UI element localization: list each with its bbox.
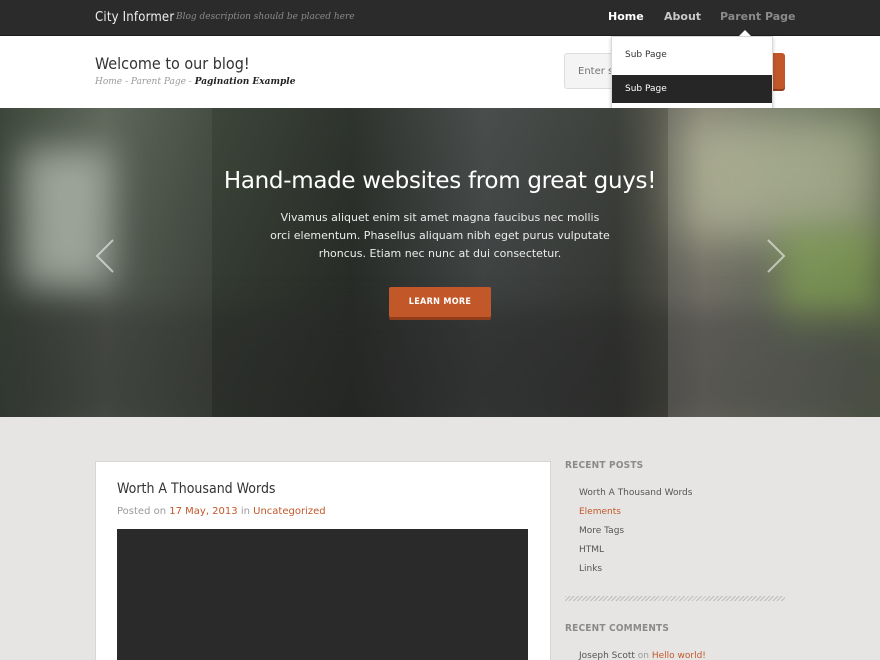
- recent-posts-list: Worth A Thousand Words Elements More Tag…: [579, 488, 692, 583]
- nav-home[interactable]: Home: [608, 10, 644, 23]
- recent-post-item[interactable]: HTML: [579, 545, 692, 564]
- dropdown-item-sub-page-active[interactable]: Sub Page: [612, 75, 772, 103]
- nav-parent-page[interactable]: Parent Page: [720, 10, 796, 23]
- breadcrumb-home[interactable]: Home: [95, 77, 122, 87]
- comment-author[interactable]: Joseph Scott: [579, 651, 635, 660]
- learn-more-button[interactable]: LEARN MORE: [389, 287, 491, 317]
- breadcrumb-parent[interactable]: Parent Page: [131, 77, 186, 87]
- dropdown-item-sub-page[interactable]: Sub Page: [612, 38, 772, 72]
- post-title[interactable]: Worth A Thousand Words: [117, 481, 276, 497]
- hero-slider: Hand-made websites from great guys! Viva…: [0, 108, 880, 417]
- post-meta-prefix: Posted on: [117, 506, 170, 517]
- post-category-link[interactable]: Uncategorized: [253, 506, 325, 517]
- recent-posts-title: RECENT POSTS: [565, 460, 644, 471]
- nav-dropdown-menu: Sub Page Sub Page: [611, 36, 773, 110]
- recent-post-item[interactable]: Worth A Thousand Words: [579, 488, 692, 507]
- post-date-link[interactable]: 17 May, 2013: [169, 506, 237, 517]
- breadcrumb-separator: -: [185, 77, 195, 87]
- site-description: Blog description should be placed here: [176, 12, 355, 22]
- chevron-left-icon[interactable]: [93, 236, 117, 276]
- nav-about[interactable]: About: [664, 10, 701, 23]
- comment-post-link[interactable]: Hello world!: [652, 651, 706, 660]
- sidebar-divider: [565, 596, 785, 601]
- site-title[interactable]: City Informer: [95, 10, 174, 25]
- recent-post-item[interactable]: More Tags: [579, 526, 692, 545]
- breadcrumb: Home - Parent Page - Pagination Example: [95, 77, 295, 87]
- recent-comment-item: Joseph Scott on Hello world!: [579, 651, 706, 660]
- recent-post-item[interactable]: Links: [579, 564, 692, 583]
- breadcrumb-separator: -: [122, 77, 131, 87]
- recent-comments-title: RECENT COMMENTS: [565, 623, 670, 634]
- hero-text: Vivamus aliquet enim sit amet magna fauc…: [270, 211, 610, 260]
- comment-on-text: on: [634, 651, 652, 660]
- chevron-right-icon[interactable]: [764, 236, 788, 276]
- recent-post-item-active[interactable]: Elements: [579, 507, 692, 526]
- post-meta-in: in: [237, 506, 254, 517]
- breadcrumb-current: Pagination Example: [194, 77, 296, 87]
- post-media: [117, 529, 528, 660]
- page-title: Welcome to our blog!: [95, 54, 250, 73]
- post-meta: Posted on 17 May, 2013 in Uncategorized: [117, 506, 326, 517]
- hero-title: Hand-made websites from great guys!: [223, 168, 657, 194]
